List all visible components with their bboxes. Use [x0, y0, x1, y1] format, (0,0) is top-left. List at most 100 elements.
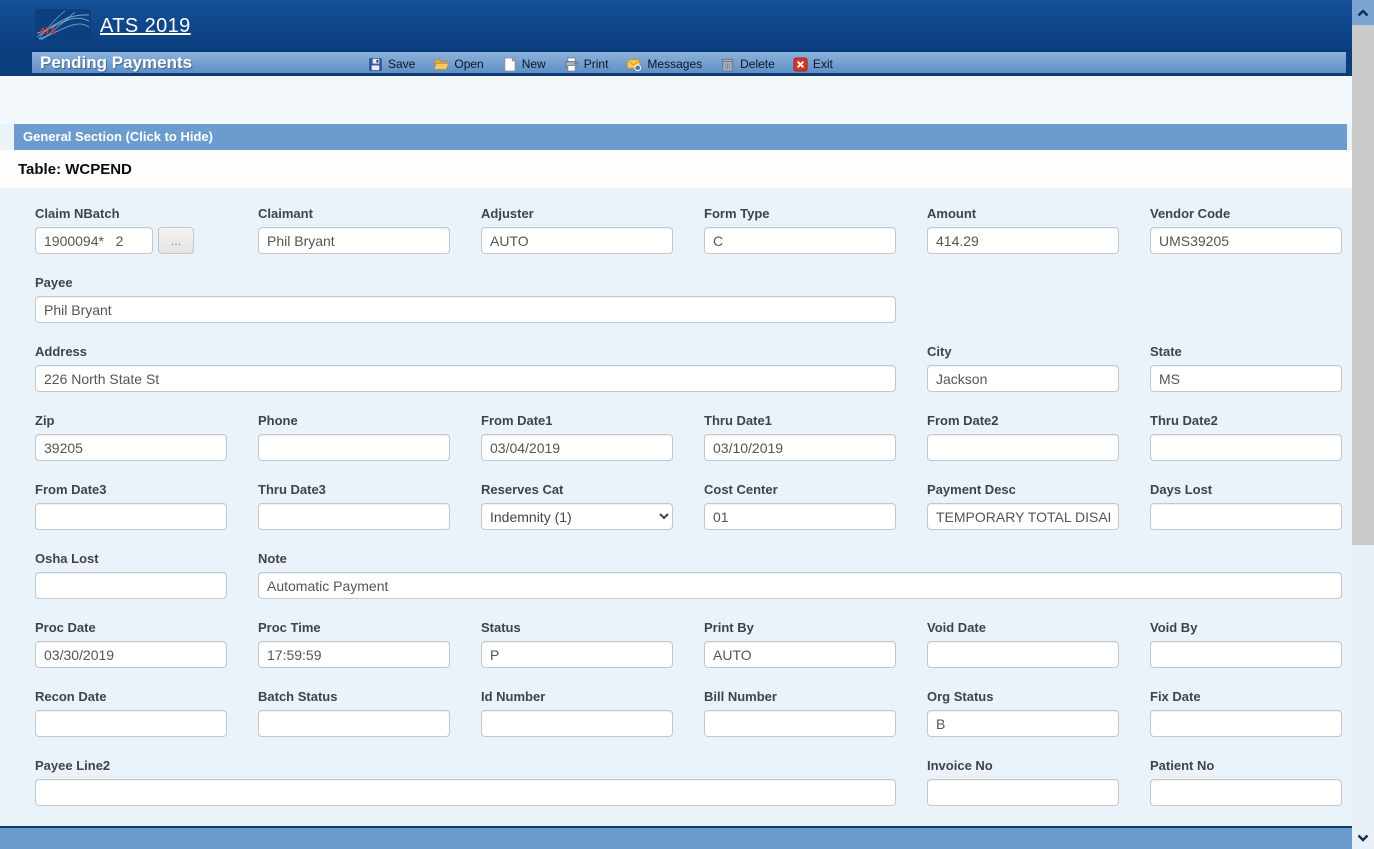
- fix-date-input[interactable]: [1150, 710, 1342, 737]
- field-phone: Phone: [258, 413, 450, 461]
- state-input[interactable]: [1150, 365, 1342, 392]
- field-thru-date1: Thru Date1: [704, 413, 896, 461]
- phone-label: Phone: [258, 413, 450, 428]
- payee-label: Payee: [35, 275, 896, 290]
- field-patient-no: Patient No: [1150, 758, 1342, 806]
- invoice-no-input[interactable]: [927, 779, 1119, 806]
- claim-browse-button[interactable]: ...: [158, 227, 194, 254]
- thru-date2-input[interactable]: [1150, 434, 1342, 461]
- open-button[interactable]: Open: [433, 57, 483, 72]
- cost-center-input[interactable]: [704, 503, 896, 530]
- scroll-up-button[interactable]: [1352, 0, 1374, 25]
- next-section-header[interactable]: [0, 826, 1352, 849]
- form-type-label: Form Type: [704, 206, 896, 221]
- app-header: ATS ATS 2019: [0, 0, 1352, 52]
- adjuster-input[interactable]: [481, 227, 673, 254]
- exit-button[interactable]: Exit: [793, 57, 833, 72]
- exit-icon: [793, 57, 808, 72]
- zip-input[interactable]: [35, 434, 227, 461]
- messages-label: Messages: [647, 57, 702, 71]
- claimant-label: Claimant: [258, 206, 450, 221]
- payment-desc-label: Payment Desc: [927, 482, 1119, 497]
- from-date2-input[interactable]: [927, 434, 1119, 461]
- scroll-down-button[interactable]: [1352, 829, 1374, 847]
- print-button[interactable]: Print: [564, 57, 609, 72]
- proc-time-input[interactable]: [258, 641, 450, 668]
- amount-label: Amount: [927, 206, 1119, 221]
- open-folder-icon: [433, 57, 449, 72]
- form-type-input[interactable]: [704, 227, 896, 254]
- osha-lost-input[interactable]: [35, 572, 227, 599]
- new-button[interactable]: New: [502, 57, 546, 72]
- invoice-no-label: Invoice No: [927, 758, 1119, 773]
- void-date-input[interactable]: [927, 641, 1119, 668]
- address-label: Address: [35, 344, 896, 359]
- trash-icon: [720, 57, 735, 72]
- phone-input[interactable]: [258, 434, 450, 461]
- general-section-header[interactable]: General Section (Click to Hide): [14, 124, 1347, 150]
- open-label: Open: [454, 57, 483, 71]
- field-org-status: Org Status: [927, 689, 1119, 737]
- payee-line2-input[interactable]: [35, 779, 896, 806]
- field-proc-time: Proc Time: [258, 620, 450, 668]
- new-label: New: [522, 57, 546, 71]
- address-input[interactable]: [35, 365, 896, 392]
- field-void-date: Void Date: [927, 620, 1119, 668]
- proc-date-label: Proc Date: [35, 620, 227, 635]
- thru-date1-label: Thru Date1: [704, 413, 896, 428]
- bill-number-input[interactable]: [704, 710, 896, 737]
- field-claimant: Claimant: [258, 206, 450, 254]
- delete-label: Delete: [740, 57, 775, 71]
- reserves-cat-select[interactable]: Indemnity (1): [481, 503, 673, 530]
- field-thru-date2: Thru Date2: [1150, 413, 1342, 461]
- void-by-input[interactable]: [1150, 641, 1342, 668]
- status-input[interactable]: [481, 641, 673, 668]
- fix-date-label: Fix Date: [1150, 689, 1342, 704]
- field-days-lost: Days Lost: [1150, 482, 1342, 530]
- delete-button[interactable]: Delete: [720, 57, 775, 72]
- thru-date1-input[interactable]: [704, 434, 896, 461]
- svg-text:ATS: ATS: [38, 26, 56, 36]
- org-status-input[interactable]: [927, 710, 1119, 737]
- days-lost-input[interactable]: [1150, 503, 1342, 530]
- field-proc-date: Proc Date: [35, 620, 227, 668]
- payee-input[interactable]: [35, 296, 896, 323]
- vertical-scrollbar[interactable]: [1352, 0, 1374, 849]
- field-from-date1: From Date1: [481, 413, 673, 461]
- note-input[interactable]: [258, 572, 1342, 599]
- city-input[interactable]: [927, 365, 1119, 392]
- claimant-input[interactable]: [258, 227, 450, 254]
- app-title-link[interactable]: ATS 2019: [100, 15, 191, 38]
- field-state: State: [1150, 344, 1342, 392]
- field-form-type: Form Type: [704, 206, 896, 254]
- from-date1-input[interactable]: [481, 434, 673, 461]
- print-by-input[interactable]: [704, 641, 896, 668]
- field-city: City: [927, 344, 1119, 392]
- city-label: City: [927, 344, 1119, 359]
- id-number-input[interactable]: [481, 710, 673, 737]
- table-name-label: Table: WCPEND: [18, 161, 132, 178]
- field-id-number: Id Number: [481, 689, 673, 737]
- amount-input[interactable]: [927, 227, 1119, 254]
- thru-date3-label: Thru Date3: [258, 482, 450, 497]
- save-button[interactable]: Save: [368, 57, 415, 72]
- thru-date2-label: Thru Date2: [1150, 413, 1342, 428]
- messages-button[interactable]: Messages: [626, 57, 702, 72]
- payment-desc-input[interactable]: [927, 503, 1119, 530]
- field-from-date2: From Date2: [927, 413, 1119, 461]
- recon-date-input[interactable]: [35, 710, 227, 737]
- field-osha-lost: Osha Lost: [35, 551, 227, 599]
- save-label: Save: [388, 57, 415, 71]
- chevron-up-icon: [1356, 8, 1370, 18]
- proc-date-input[interactable]: [35, 641, 227, 668]
- print-by-label: Print By: [704, 620, 896, 635]
- batch-status-input[interactable]: [258, 710, 450, 737]
- from-date3-input[interactable]: [35, 503, 227, 530]
- thru-date3-input[interactable]: [258, 503, 450, 530]
- field-batch-status: Batch Status: [258, 689, 450, 737]
- id-number-label: Id Number: [481, 689, 673, 704]
- patient-no-input[interactable]: [1150, 779, 1342, 806]
- vendor-code-input[interactable]: [1150, 227, 1342, 254]
- claim-nbatch-input[interactable]: [35, 227, 153, 254]
- scrollbar-thumb[interactable]: [1352, 25, 1374, 545]
